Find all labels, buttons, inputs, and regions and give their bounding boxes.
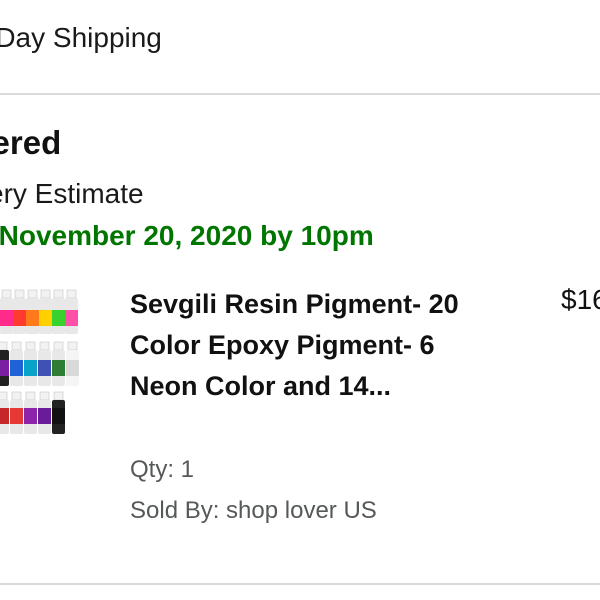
- product-quantity: Qty: 1: [130, 456, 195, 483]
- product-thumbnail[interactable]: [0, 288, 89, 438]
- resin-pigment-bottles-image: [0, 289, 79, 434]
- delivery-status-heading: ivered: [0, 124, 62, 161]
- delivery-estimate-date: ay, November 20, 2020 by 10pm: [0, 220, 374, 251]
- section-divider: [0, 93, 600, 95]
- shipping-speed-label: -Day Shipping: [0, 22, 162, 53]
- order-details-page: -Day Shipping ivered very Estimate ay, N…: [0, 0, 600, 600]
- product-price: $16: [561, 284, 600, 315]
- delivery-estimate-label: very Estimate: [0, 178, 144, 209]
- product-title-link[interactable]: Sevgili Resin Pigment- 20 Color Epoxy Pi…: [130, 284, 490, 407]
- product-seller: Sold By: shop lover US: [130, 497, 377, 524]
- section-divider: [0, 583, 600, 585]
